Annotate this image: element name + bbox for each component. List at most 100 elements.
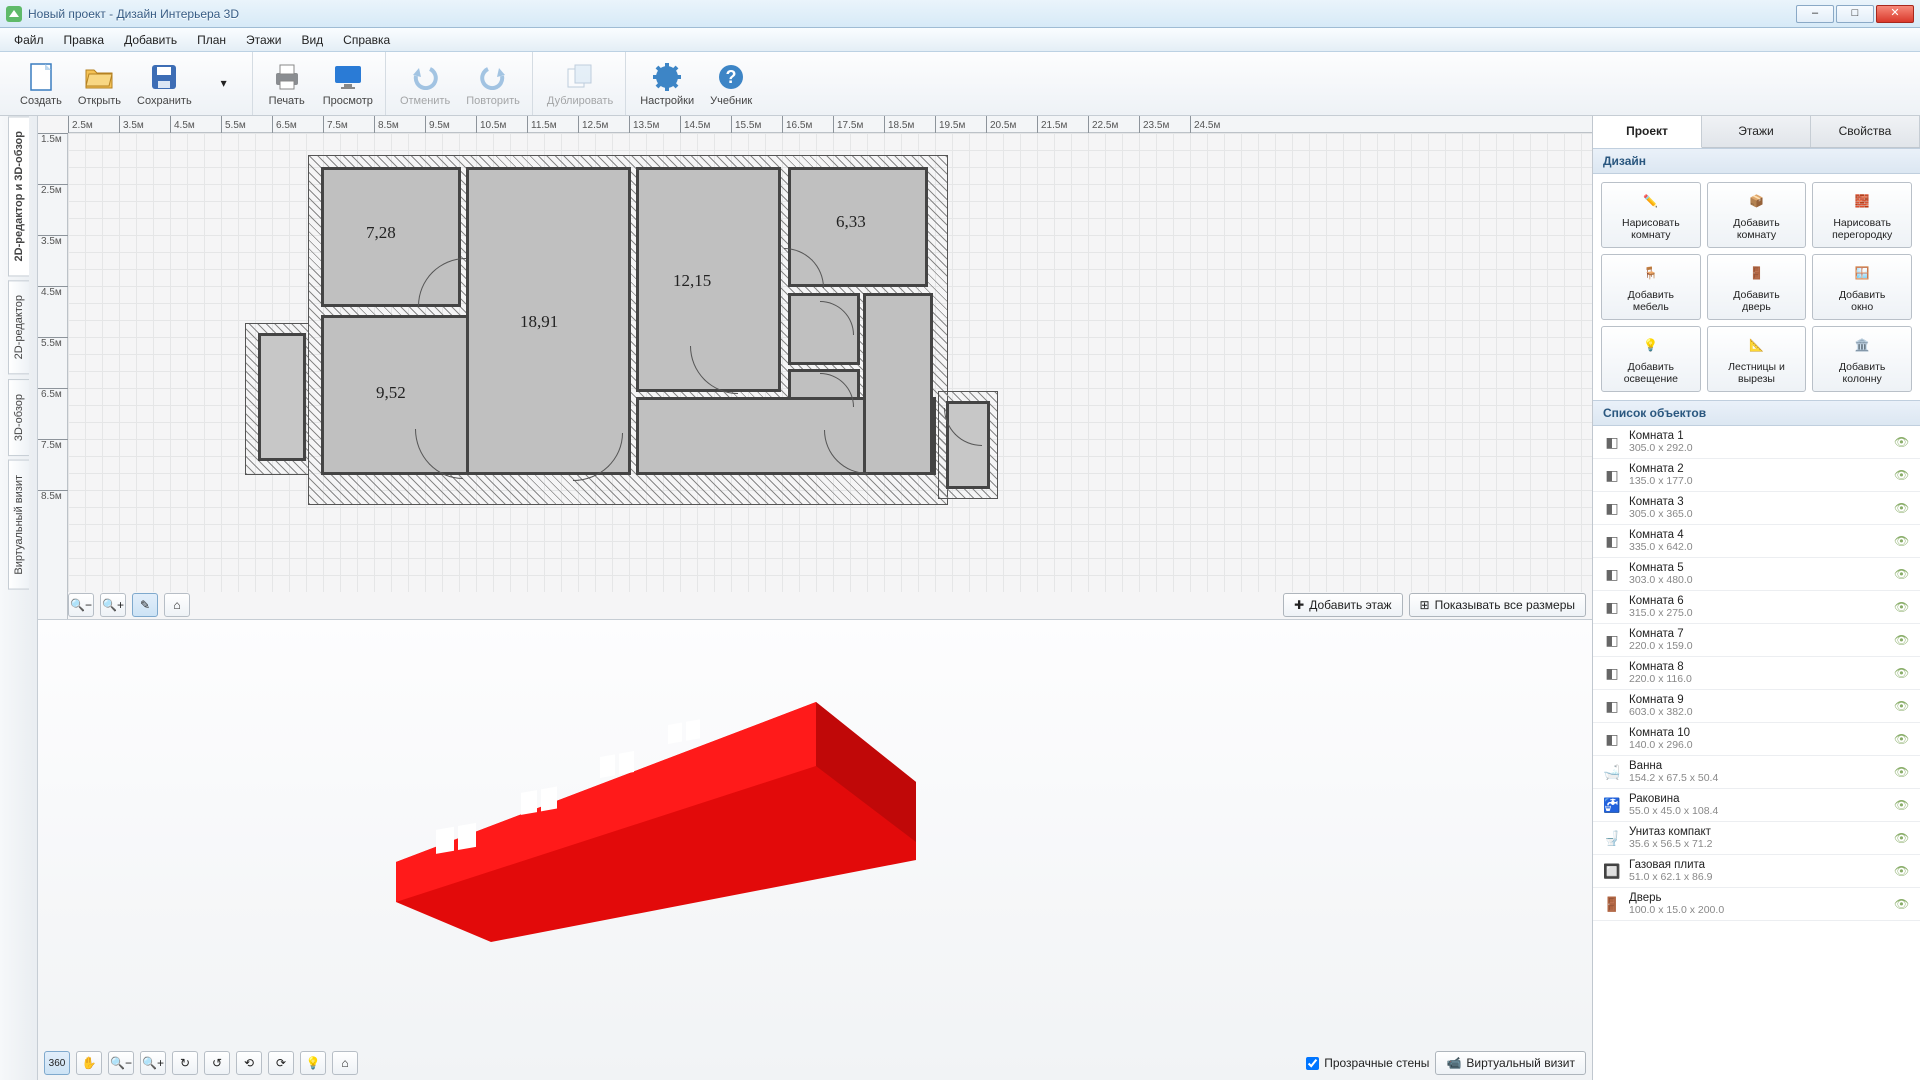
object-list[interactable]: ◧Комната 1305.0 x 292.0👁◧Комната 2135.0 … — [1593, 426, 1920, 1080]
rotate-cw-button[interactable]: ↻ — [172, 1051, 198, 1075]
zoom-in-button[interactable]: 🔍+ — [100, 593, 126, 617]
create-button[interactable]: Создать — [14, 57, 68, 111]
object-list-item[interactable]: ◧Комната 1305.0 x 292.0👁 — [1593, 426, 1920, 459]
object-dimensions: 154.2 x 67.5 x 50.4 — [1629, 772, 1894, 784]
visibility-toggle[interactable]: 👁 — [1894, 798, 1912, 812]
object-list-item[interactable]: ◧Комната 8220.0 x 116.0👁 — [1593, 657, 1920, 690]
draw-room-button[interactable]: ✏️Нарисоватькомнату — [1601, 182, 1701, 248]
visibility-toggle[interactable]: 👁 — [1894, 831, 1912, 845]
tutorial-button[interactable]: ? Учебник — [704, 57, 758, 111]
object-list-item[interactable]: ◧Комната 9603.0 x 382.0👁 — [1593, 690, 1920, 723]
redo-button[interactable]: Повторить — [460, 57, 526, 111]
visibility-toggle[interactable]: 👁 — [1894, 732, 1912, 746]
duplicate-button[interactable]: Дублировать — [541, 57, 619, 111]
add-window-button[interactable]: 🪟Добавитьокно — [1812, 254, 1912, 320]
close-button[interactable]: ✕ — [1876, 5, 1914, 23]
visibility-toggle[interactable]: 👁 — [1894, 699, 1912, 713]
menu-add[interactable]: Добавить — [116, 30, 185, 50]
object-list-item[interactable]: 🚽Унитаз компакт35.6 x 56.5 x 71.2👁 — [1593, 822, 1920, 855]
tab-properties[interactable]: Свойства — [1811, 116, 1920, 147]
tab-2d-3d-combo[interactable]: 2D-редактор и 3D-обзор — [8, 116, 29, 276]
zoom-in-3d-button[interactable]: 🔍+ — [140, 1051, 166, 1075]
menu-plan[interactable]: План — [189, 30, 234, 50]
design-tool-grid: ✏️Нарисоватькомнату 📦Добавитькомнату 🧱На… — [1593, 174, 1920, 400]
minimize-button[interactable]: – — [1796, 5, 1834, 23]
object-list-item[interactable]: 🚪Дверь100.0 x 15.0 x 200.0👁 — [1593, 888, 1920, 921]
walk-back-button[interactable]: ⟳ — [268, 1051, 294, 1075]
object-dimensions: 305.0 x 292.0 — [1629, 442, 1894, 454]
menu-help[interactable]: Справка — [335, 30, 398, 50]
visibility-toggle[interactable]: 👁 — [1894, 468, 1912, 482]
tab-virtual-visit[interactable]: Виртуальный визит — [8, 460, 29, 590]
view-button[interactable]: Просмотр — [317, 57, 379, 111]
save-dropdown[interactable]: ▾ — [202, 57, 246, 111]
transparent-walls-checkbox[interactable]: Прозрачные стены — [1306, 1056, 1429, 1070]
visibility-toggle[interactable]: 👁 — [1894, 666, 1912, 680]
tab-floors[interactable]: Этажи — [1702, 116, 1811, 147]
add-door-button[interactable]: 🚪Добавитьдверь — [1707, 254, 1807, 320]
add-floor-button[interactable]: ✚ Добавить этаж — [1283, 593, 1402, 617]
dimensions-icon: ⊞ — [1420, 598, 1430, 612]
design-header: Дизайн — [1593, 148, 1920, 174]
object-list-item[interactable]: ◧Комната 3305.0 x 365.0👁 — [1593, 492, 1920, 525]
visibility-toggle[interactable]: 👁 — [1894, 864, 1912, 878]
add-light-button[interactable]: 💡Добавитьосвещение — [1601, 326, 1701, 392]
visibility-toggle[interactable]: 👁 — [1894, 765, 1912, 779]
save-button[interactable]: Сохранить — [131, 57, 198, 111]
visibility-toggle[interactable]: 👁 — [1894, 501, 1912, 515]
show-dims-button[interactable]: ⊞ Показывать все размеры — [1409, 593, 1586, 617]
object-name: Комната 6 — [1629, 595, 1894, 607]
zoom-out-3d-button[interactable]: 🔍− — [108, 1051, 134, 1075]
virtual-visit-button[interactable]: 📹 Виртуальный визит — [1435, 1051, 1586, 1075]
floor-plan[interactable]: 7,28 9,52 18,91 12,15 6,33 — [68, 133, 1592, 592]
tab-project[interactable]: Проект — [1593, 116, 1702, 148]
menu-file[interactable]: Файл — [6, 30, 52, 50]
home-button[interactable]: ⌂ — [164, 593, 190, 617]
maximize-button[interactable]: □ — [1836, 5, 1874, 23]
undo-button[interactable]: Отменить — [394, 57, 456, 111]
home-3d-button[interactable]: ⌂ — [332, 1051, 358, 1075]
visibility-toggle[interactable]: 👁 — [1894, 567, 1912, 581]
rotate-ccw-button[interactable]: ↺ — [204, 1051, 230, 1075]
visibility-toggle[interactable]: 👁 — [1894, 534, 1912, 548]
walk-fwd-button[interactable]: ⟲ — [236, 1051, 262, 1075]
visibility-toggle[interactable]: 👁 — [1894, 435, 1912, 449]
add-column-button[interactable]: 🏛️Добавитьколонну — [1812, 326, 1912, 392]
zoom-out-button[interactable]: 🔍− — [68, 593, 94, 617]
open-button[interactable]: Открыть — [72, 57, 127, 111]
stairs-button[interactable]: 📐Лестницы ивырезы — [1707, 326, 1807, 392]
object-dimensions: 305.0 x 365.0 — [1629, 508, 1894, 520]
menu-view[interactable]: Вид — [293, 30, 331, 50]
light-button[interactable]: 💡 — [300, 1051, 326, 1075]
pan-button[interactable]: ✋ — [76, 1051, 102, 1075]
orbit-button[interactable]: 360 — [44, 1051, 70, 1075]
object-list-item[interactable]: ◧Комната 6315.0 x 275.0👁 — [1593, 591, 1920, 624]
object-list-item[interactable]: ◧Комната 2135.0 x 177.0👁 — [1593, 459, 1920, 492]
draw-room-icon: ✏️ — [1634, 189, 1668, 213]
draw-partition-button[interactable]: 🧱Нарисоватьперегородку — [1812, 182, 1912, 248]
right-panel: Проект Этажи Свойства Дизайн ✏️Нарисоват… — [1592, 116, 1920, 1080]
object-list-item[interactable]: 🚰Раковина55.0 x 45.0 x 108.4👁 — [1593, 789, 1920, 822]
add-furniture-button[interactable]: 🪑Добавитьмебель — [1601, 254, 1701, 320]
menu-floors[interactable]: Этажи — [238, 30, 289, 50]
tab-2d-editor[interactable]: 2D-редактор — [8, 280, 29, 374]
light-icon: 💡 — [1634, 333, 1668, 357]
object-list-item[interactable]: ◧Комната 5303.0 x 480.0👁 — [1593, 558, 1920, 591]
2d-canvas[interactable]: 2.5м3.5м4.5м5.5м6.5м7.5м8.5м9.5м10.5м11.… — [38, 116, 1592, 620]
print-button[interactable]: Печать — [261, 57, 313, 111]
menu-edit[interactable]: Правка — [56, 30, 113, 50]
object-list-item[interactable]: ◧Комната 4335.0 x 642.0👁 — [1593, 525, 1920, 558]
visibility-toggle[interactable]: 👁 — [1894, 897, 1912, 911]
settings-button[interactable]: Настройки — [634, 57, 700, 111]
object-list-item[interactable]: 🛁Ванна154.2 x 67.5 x 50.4👁 — [1593, 756, 1920, 789]
visibility-toggle[interactable]: 👁 — [1894, 600, 1912, 614]
object-list-item[interactable]: ◧Комната 10140.0 x 296.0👁 — [1593, 723, 1920, 756]
add-room-button[interactable]: 📦Добавитькомнату — [1707, 182, 1807, 248]
tab-3d-overview[interactable]: 3D-обзор — [8, 379, 29, 456]
object-list-item[interactable]: ◧Комната 7220.0 x 159.0👁 — [1593, 624, 1920, 657]
visibility-toggle[interactable]: 👁 — [1894, 633, 1912, 647]
object-list-item[interactable]: 🔲Газовая плита51.0 x 62.1 x 86.9👁 — [1593, 855, 1920, 888]
3d-view[interactable]: 360 ✋ 🔍− 🔍+ ↻ ↺ ⟲ ⟳ 💡 ⌂ Прозрачные стены… — [38, 620, 1592, 1080]
3d-view-toolbar: 360 ✋ 🔍− 🔍+ ↻ ↺ ⟲ ⟳ 💡 ⌂ Прозрачные стены… — [44, 1050, 1586, 1076]
draw-tool-button[interactable]: ✎ — [132, 593, 158, 617]
